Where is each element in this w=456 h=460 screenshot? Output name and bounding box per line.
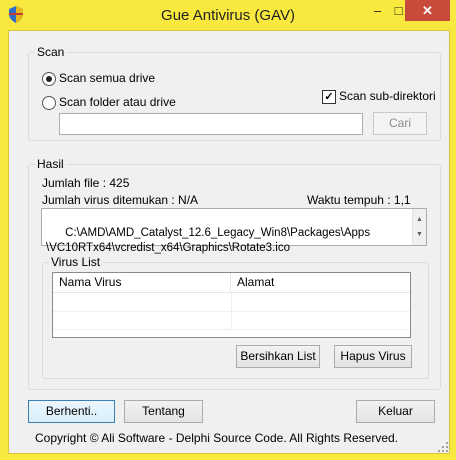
copyright-text: Copyright © Ali Software - Delphi Source…	[35, 431, 399, 445]
maximize-button[interactable]: □	[392, 0, 405, 21]
table-row	[53, 311, 410, 330]
exit-button[interactable]: Keluar	[356, 400, 435, 423]
virus-list-title: Virus List	[51, 255, 101, 269]
elapsed-time-text: Waktu tempuh : 1,1	[307, 193, 411, 207]
delete-virus-button[interactable]: Hapus Virus	[334, 345, 412, 368]
scroll-down-icon[interactable]: ▼	[416, 227, 423, 242]
subdir-label[interactable]: Scan sub-direktori	[339, 89, 436, 103]
column-header-address[interactable]: Alamat	[231, 273, 410, 292]
memo-scrollbar[interactable]: ▲ ▼	[412, 209, 426, 245]
subdir-checkbox[interactable]: ✓	[322, 90, 336, 104]
title-bar[interactable]: Gue Antivirus (GAV) – □ ✕	[0, 0, 456, 30]
table-row	[53, 293, 410, 312]
app-window: Gue Antivirus (GAV) – □ ✕ Scan Scan semu…	[0, 0, 456, 460]
virus-found-text: Jumlah virus ditemukan : N/A	[42, 193, 199, 207]
scan-all-label[interactable]: Scan semua drive	[59, 71, 155, 85]
stop-button[interactable]: Berhenti..	[28, 400, 115, 423]
list-header: Nama Virus Alamat	[53, 273, 410, 293]
minimize-button[interactable]: –	[363, 0, 392, 21]
column-header-virus-name[interactable]: Nama Virus	[53, 273, 231, 292]
scan-folder-label[interactable]: Scan folder atau drive	[59, 95, 176, 109]
scan-group-title: Scan	[37, 45, 65, 59]
scan-all-radio[interactable]	[42, 72, 56, 86]
window-client-area: Scan Scan semua drive Scan folder atau d…	[8, 30, 450, 454]
browse-button[interactable]: Cari	[373, 112, 427, 135]
current-file-memo[interactable]: C:\AMD\AMD_Catalyst_12.6_Legacy_Win8\Pac…	[41, 208, 427, 254]
folder-path-input[interactable]	[59, 113, 363, 135]
about-button[interactable]: Tentang	[124, 400, 203, 423]
result-group-title: Hasil	[37, 157, 64, 171]
scroll-up-icon[interactable]: ▲	[416, 212, 423, 227]
close-button[interactable]: ✕	[405, 0, 450, 21]
clear-list-button[interactable]: Bersihkan List	[236, 345, 320, 368]
resize-grip-icon[interactable]	[437, 441, 449, 453]
file-count-text: Jumlah file : 425	[42, 176, 130, 190]
virus-list-view[interactable]: Nama Virus Alamat	[52, 272, 411, 338]
scan-folder-radio[interactable]	[42, 96, 56, 110]
